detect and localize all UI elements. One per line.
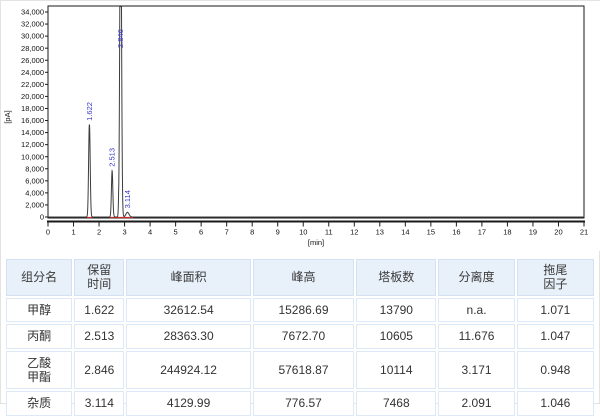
cell-tailing: 1.071 [517,298,594,322]
col-header-component: 组分名 [6,259,72,296]
x-tick-label: 3 [122,228,126,237]
chromatogram-trace [48,7,584,217]
y-tick-label: 6,000 [25,176,44,185]
x-tick-label: 10 [299,228,307,237]
cell-area: 28363.30 [126,324,250,348]
cell-tailing: 0.948 [517,351,594,390]
x-tick-label: 17 [478,228,486,237]
col-header-tailing: 拖尾 因子 [517,259,594,296]
peak-label: 1.622 [85,102,94,121]
x-tick-label: 18 [503,228,511,237]
cell-plates: 13790 [356,298,436,322]
table-row: 乙酸 甲酯 2.846 244924.12 57618.87 10114 3.1… [6,351,594,390]
x-tick-label: 20 [554,228,562,237]
chromatogram-plot: 0 2,000 4,000 6,000 8,000 10,000 12,000 14,000 1… [1,1,600,251]
col-header-resolution: 分离度 [438,259,514,296]
x-tick-label: 11 [325,228,333,237]
x-tick-label: 5 [174,228,178,237]
cell-plates: 10605 [356,324,436,348]
col-header-retention: 保留 时间 [74,259,124,296]
y-tick-label: 32,000 [21,20,44,29]
x-axis-unit-label: [min] [308,238,324,247]
cell-retention: 2.846 [74,351,124,390]
x-tick-label: 1 [71,228,75,237]
y-tick-label: 24,000 [21,68,44,77]
cell-area: 244924.12 [126,351,250,390]
cell-component: 丙酮 [6,324,72,348]
x-tick-label: 8 [250,228,254,237]
y-tick-label: 16,000 [21,116,44,125]
y-tick-label: 2,000 [25,201,44,210]
x-tick-label: 15 [427,228,435,237]
y-axis-unit-label: [pA] [3,110,12,123]
cell-height: 7672.70 [253,324,354,348]
cell-height: 15286.69 [253,298,354,322]
y-tick-label: 18,000 [21,104,44,113]
peak-label: 2.513 [108,148,117,167]
col-header-area: 峰面积 [126,259,250,296]
x-tick-label: 14 [401,228,409,237]
cell-resolution: 11.676 [438,324,514,348]
peak-label: 3.114 [123,190,132,208]
y-tick-label: 26,000 [21,56,44,65]
cell-component: 乙酸 甲酯 [6,351,72,390]
cell-retention: 2.513 [74,324,124,348]
x-tick-label: 9 [276,228,280,237]
chromatogram-chart: 0 2,000 4,000 6,000 8,000 10,000 12,000 14,000 1… [1,1,600,251]
x-tick-label: 12 [350,228,358,237]
x-tick-label: 6 [199,228,203,237]
col-header-height: 峰高 [253,259,354,296]
x-tick-label: 13 [376,228,384,237]
y-tick-label: 0 [40,213,44,222]
cell-component: 甲醇 [6,298,72,322]
cell-tailing: 1.047 [517,324,594,348]
table-row: 丙酮 2.513 28363.30 7672.70 10605 11.676 1… [6,324,594,348]
y-tick-label: 8,000 [25,164,44,173]
x-tick-label: 4 [148,228,152,237]
col-header-plates: 塔板数 [356,259,436,296]
x-tick-label: 21 [580,228,588,237]
x-tick-label: 0 [46,228,50,237]
y-tick-label: 30,000 [21,32,44,41]
cell-resolution: n.a. [438,298,514,322]
cell-resolution: 3.171 [438,351,514,390]
y-tick-label: 28,000 [21,44,44,53]
y-tick-label: 10,000 [21,152,44,161]
y-tick-label: 34,000 [21,8,44,17]
y-tick-label: 14,000 [21,128,44,137]
peak-label: 2.846 [116,29,125,48]
y-tick-label: 12,000 [21,140,44,149]
x-tick-label: 16 [452,228,460,237]
results-table: 组分名 保留 时间 峰面积 峰高 塔板数 分离度 拖尾 因子 甲醇 1.622 … [4,257,596,418]
plot-frame [48,6,584,218]
table-row: 甲醇 1.622 32612.54 15286.69 13790 n.a. 1.… [6,298,594,322]
cell-height: 57618.87 [253,351,354,390]
x-tick-label: 7 [225,228,229,237]
table-header-row: 组分名 保留 时间 峰面积 峰高 塔板数 分离度 拖尾 因子 [6,259,594,296]
x-tick-label: 2 [97,228,101,237]
cell-plates: 10114 [356,351,436,390]
y-tick-label: 22,000 [21,80,44,89]
x-tick-label: 19 [529,228,537,237]
y-tick-label: 20,000 [21,92,44,101]
cell-retention: 1.622 [74,298,124,322]
cell-area: 32612.54 [126,298,250,322]
y-tick-label: 4,000 [25,188,44,197]
